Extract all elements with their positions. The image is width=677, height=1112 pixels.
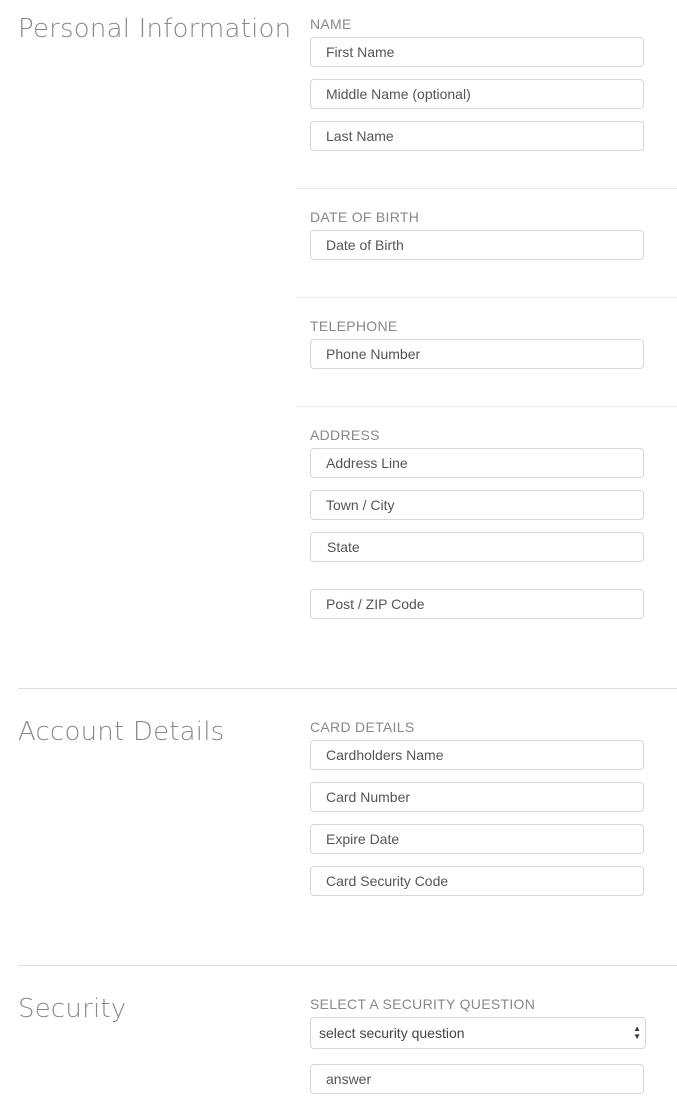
section-divider [18, 965, 677, 966]
first-name-input[interactable] [310, 37, 644, 67]
state-input[interactable] [310, 532, 644, 562]
card-details-label: CARD DETAILS [310, 719, 415, 735]
zip-code-input[interactable] [310, 589, 644, 619]
date-of-birth-input[interactable] [310, 230, 644, 260]
card-number-input[interactable] [310, 782, 644, 812]
date-of-birth-label: DATE OF BIRTH [310, 209, 420, 225]
security-question-select[interactable]: select security question ▲ ▼ [310, 1017, 646, 1049]
town-city-input[interactable] [310, 490, 644, 520]
last-name-input[interactable] [310, 121, 644, 151]
security-question-selected-value: select security question [319, 1025, 465, 1041]
middle-name-input[interactable] [310, 79, 644, 109]
expire-date-input[interactable] [310, 824, 644, 854]
section-title-personal-information: Personal Information [18, 14, 292, 44]
security-answer-input[interactable] [310, 1064, 644, 1094]
security-question-label: SELECT A SECURITY QUESTION [310, 996, 536, 1012]
section-title-security: Security [18, 994, 127, 1024]
name-label: NAME [310, 16, 352, 32]
divider [296, 406, 677, 407]
section-title-account-details: Account Details [18, 717, 225, 747]
card-security-code-input[interactable] [310, 866, 644, 896]
phone-number-input[interactable] [310, 339, 644, 369]
select-arrows-icon: ▲ ▼ [633, 1024, 641, 1041]
divider [296, 297, 677, 298]
cardholder-name-input[interactable] [310, 740, 644, 770]
section-divider [18, 688, 677, 689]
address-label: ADDRESS [310, 427, 380, 443]
divider [296, 188, 677, 189]
address-line-input[interactable] [310, 448, 644, 478]
telephone-label: TELEPHONE [310, 318, 398, 334]
